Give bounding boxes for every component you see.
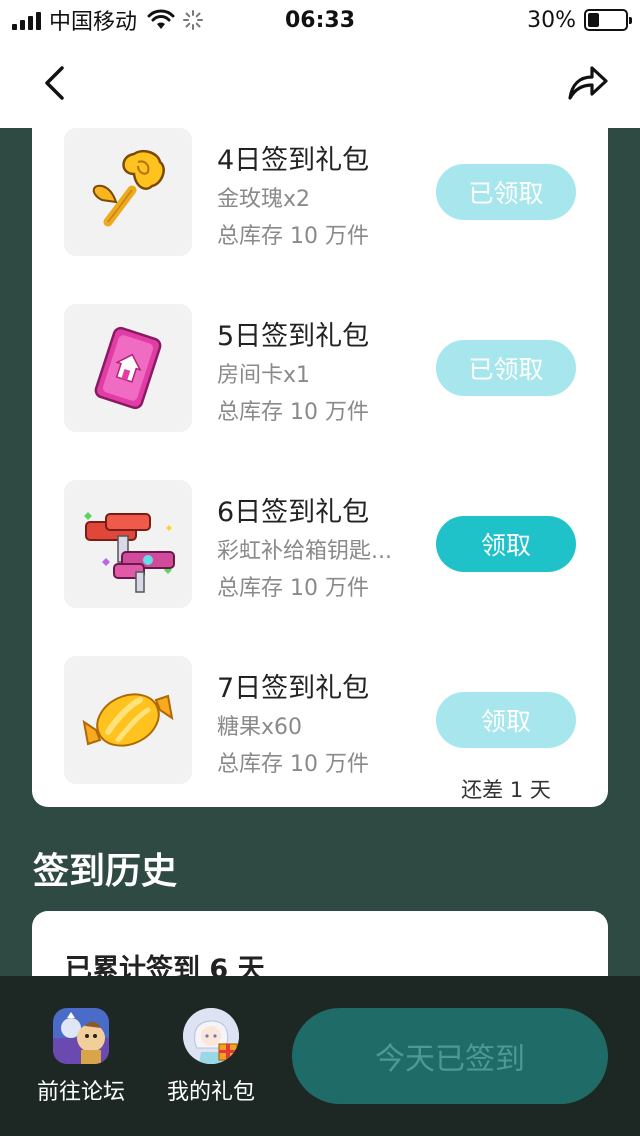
forum-app-icon — [53, 1008, 109, 1064]
nav-bar — [0, 40, 640, 128]
gift-thumbnail — [64, 480, 192, 608]
checked-in-button[interactable]: 今天已签到 — [292, 1008, 608, 1104]
claimed-button[interactable]: 已领取 — [436, 340, 576, 396]
gift-title: 4日签到礼包 — [217, 145, 370, 176]
gift-title: 6日签到礼包 — [217, 497, 370, 528]
gift-stock: 总库存 10 万件 — [217, 576, 369, 601]
loading-spinner-icon — [183, 10, 204, 30]
chevron-left-icon — [45, 66, 64, 100]
gift-stock: 总库存 10 万件 — [217, 400, 369, 425]
gift-description: 糖果x60 — [217, 715, 303, 740]
claim-button-disabled[interactable]: 领取 — [436, 692, 576, 748]
gift-title: 7日签到礼包 — [217, 673, 370, 704]
gift-thumbnail — [64, 128, 192, 256]
gift-thumbnail — [64, 656, 192, 784]
golden-rose-icon — [92, 150, 165, 227]
gift-description: 彩虹补给箱钥匙... — [217, 539, 392, 564]
share-button[interactable] — [562, 56, 614, 108]
battery-icon — [584, 9, 632, 31]
gift-item-day4: 4日签到礼包 金玫瑰x2 总库存 10 万件 已领取 — [32, 128, 608, 256]
history-section-title: 签到历史 — [33, 851, 178, 892]
status-bar: 中国移动 06:33 30% — [0, 0, 640, 40]
room-card-icon — [94, 326, 162, 410]
share-arrow-icon — [568, 66, 608, 100]
forum-tab-label: 前往论坛 — [36, 1080, 125, 1105]
rainbow-keys-icon — [84, 512, 175, 593]
gift-stock: 总库存 10 万件 — [217, 224, 369, 249]
gift-item-day7: 7日签到礼包 糖果x60 总库存 10 万件 领取 还差 1 天 — [32, 656, 608, 802]
gift-thumbnail — [64, 304, 192, 432]
candy-icon — [82, 693, 174, 747]
my-gifts-tab[interactable]: 我的礼包 — [156, 1008, 266, 1106]
my-gifts-tab-label: 我的礼包 — [166, 1080, 255, 1105]
avatar-gift-icon — [183, 1008, 239, 1064]
gift-stock: 总库存 10 万件 — [217, 752, 369, 777]
gift-description: 金玫瑰x2 — [217, 187, 311, 212]
gift-title: 5日签到礼包 — [217, 321, 370, 352]
back-button[interactable] — [30, 58, 80, 108]
wifi-icon — [147, 9, 175, 29]
battery-percent: 30% — [527, 7, 576, 33]
claim-button[interactable]: 领取 — [436, 516, 576, 572]
days-remaining-note: 还差 1 天 — [461, 778, 551, 802]
gift-description: 房间卡x1 — [217, 363, 311, 388]
bottom-bar: 前往论坛 我的礼包 今天已签到 — [0, 976, 640, 1136]
gift-item-day6: 6日签到礼包 彩虹补给箱钥匙... 总库存 10 万件 领取 — [32, 480, 608, 608]
signal-icon — [12, 10, 41, 30]
gift-item-day5: 5日签到礼包 房间卡x1 总库存 10 万件 已领取 — [32, 304, 608, 432]
claimed-button[interactable]: 已领取 — [436, 164, 576, 220]
gift-list-card: 4日签到礼包 金玫瑰x2 总库存 10 万件 已领取 5日签到礼包 房间卡x1 … — [32, 128, 608, 807]
carrier-name: 中国移动 — [49, 10, 138, 35]
forum-tab[interactable]: 前往论坛 — [26, 1008, 136, 1106]
